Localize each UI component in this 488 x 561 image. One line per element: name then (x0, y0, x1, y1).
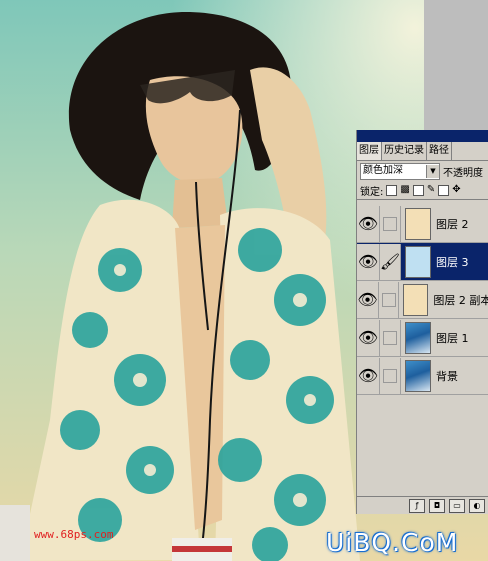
layer-name: 图层 2 (436, 217, 469, 231)
layer-row[interactable]: 👁 图层 2 副本 (357, 281, 488, 319)
blend-row: 颜色加深 ▼ 不透明度 (357, 161, 488, 181)
adjustment-layer-button[interactable]: ◐ (469, 498, 485, 513)
layer-row[interactable]: 👁 图层 1 (357, 319, 488, 357)
link-slot[interactable] (379, 281, 400, 318)
tab-paths[interactable]: 路径 (427, 142, 452, 160)
eye-icon[interactable]: 👁 (357, 319, 380, 356)
layer-row[interactable]: 👁 图层 2 (357, 205, 488, 243)
panel-tabs: 图层 历史记录 路径 (357, 142, 488, 161)
layer-style-button[interactable]: ƒ (409, 498, 425, 513)
lock-row: 锁定: ▩ ✎ ✥ (357, 181, 488, 200)
layer-thumbnail-photo (405, 359, 431, 392)
panel-title-bar[interactable] (357, 130, 488, 142)
add-mask-button[interactable]: ◘ (429, 498, 445, 513)
tab-history[interactable]: 历史记录 (382, 142, 427, 160)
layers-list: 👁 图层 2 👁 🖌 图层 3 👁 图层 2 副本 👁 图层 1 👁 背景 (357, 205, 488, 395)
blend-mode-value: 颜色加深 (363, 165, 403, 176)
eye-icon[interactable]: 👁 (357, 205, 380, 242)
layer-name: 图层 2 副本 (433, 293, 488, 307)
watermark-logo: UiBQ.CoM (326, 528, 459, 557)
checker-icon: ▩ (400, 184, 410, 195)
blend-mode-select[interactable]: 颜色加深 ▼ (360, 162, 440, 180)
lock-position-checkbox[interactable] (438, 184, 450, 196)
layer-thumbnail (403, 283, 429, 316)
opacity-label: 不透明度 (443, 167, 483, 179)
layer-row[interactable]: 👁 背景 (357, 357, 488, 395)
document-background (424, 0, 488, 136)
layer-thumbnail (405, 245, 431, 278)
link-slot[interactable] (380, 319, 401, 356)
eye-icon[interactable]: 👁 (357, 281, 380, 318)
link-box (383, 216, 397, 231)
panel-footer: ƒ ◘ ▭ ◐ (357, 496, 488, 514)
paintbrush-icon[interactable]: 🖌 (380, 243, 401, 280)
layer-thumbnail (405, 207, 431, 240)
layer-row-selected[interactable]: 👁 🖌 图层 3 (357, 243, 488, 281)
eye-icon[interactable]: 👁 (357, 243, 380, 280)
chevron-down-icon[interactable]: ▼ (426, 164, 439, 178)
eye-icon[interactable]: 👁 (357, 357, 380, 394)
tab-layers[interactable]: 图层 (357, 142, 382, 160)
link-slot[interactable] (380, 205, 401, 242)
link-box (381, 292, 396, 307)
layer-name: 背景 (436, 369, 458, 383)
link-box (383, 368, 397, 383)
move-icon: ✥ (452, 184, 461, 195)
lock-image-checkbox[interactable] (412, 184, 424, 196)
brush-icon: ✎ (426, 184, 436, 195)
link-slot[interactable] (380, 357, 401, 394)
new-group-button[interactable]: ▭ (449, 498, 465, 513)
layer-name: 图层 3 (436, 255, 469, 269)
layer-name: 图层 1 (436, 331, 469, 345)
link-box (383, 330, 397, 345)
layer-thumbnail-photo (405, 321, 431, 354)
lock-label: 锁定: (360, 186, 384, 198)
watermark-small: www.68ps.com (34, 528, 114, 541)
layers-panel: 图层 历史记录 路径 颜色加深 ▼ 不透明度 锁定: ▩ ✎ ✥ 👁 图层 2 … (356, 130, 488, 514)
lock-transparency-checkbox[interactable] (386, 184, 398, 196)
